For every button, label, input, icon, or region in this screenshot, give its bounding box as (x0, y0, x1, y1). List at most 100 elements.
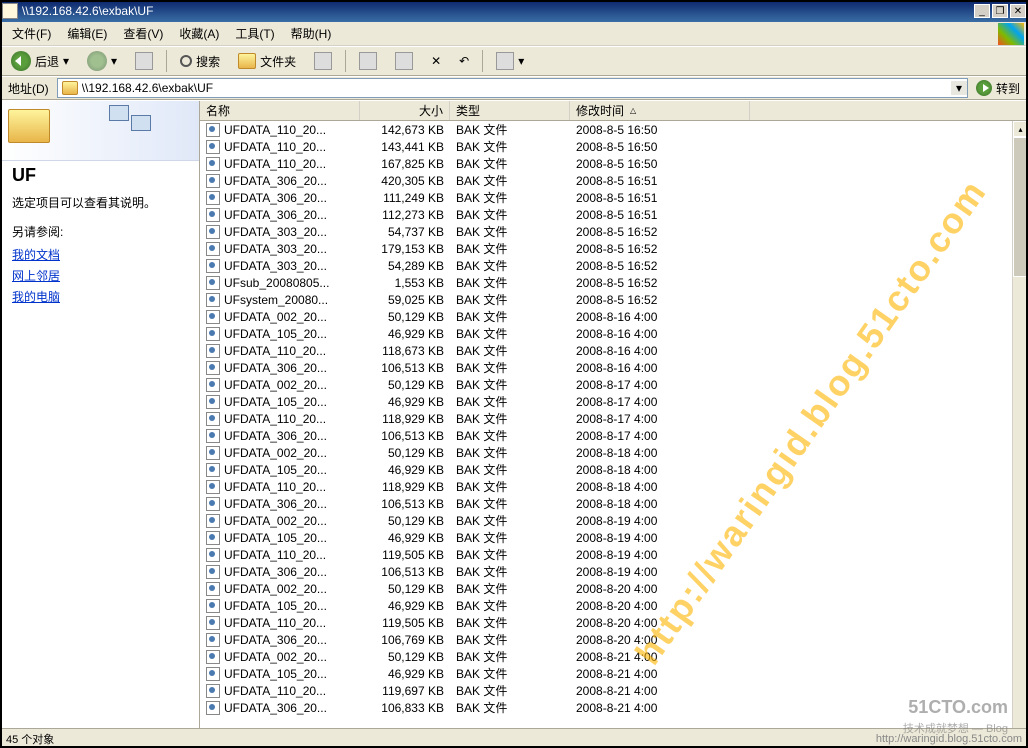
maximize-button[interactable]: ❐ (992, 4, 1008, 18)
file-type: BAK 文件 (450, 240, 570, 257)
file-size: 420,305 KB (360, 174, 450, 188)
file-icon (206, 310, 220, 324)
address-input[interactable] (82, 79, 951, 97)
file-date: 2008-8-5 16:52 (570, 225, 750, 239)
history-button[interactable] (307, 49, 339, 73)
file-row[interactable]: UFDATA_306_20...106,769 KBBAK 文件2008-8-2… (200, 631, 1028, 648)
column-size[interactable]: 大小 (360, 101, 450, 120)
file-size: 106,513 KB (360, 361, 450, 375)
file-row[interactable]: UFDATA_306_20...112,273 KBBAK 文件2008-8-5… (200, 206, 1028, 223)
file-list[interactable]: UFDATA_110_20...142,673 KBBAK 文件2008-8-5… (200, 121, 1028, 748)
file-row[interactable]: UFDATA_110_20...119,505 KBBAK 文件2008-8-1… (200, 546, 1028, 563)
file-row[interactable]: UFDATA_306_20...106,513 KBBAK 文件2008-8-1… (200, 495, 1028, 512)
forward-button[interactable]: ▾ (80, 48, 124, 74)
file-row[interactable]: UFDATA_306_20...420,305 KBBAK 文件2008-8-5… (200, 172, 1028, 189)
vertical-scrollbar[interactable]: ▴ ▾ (1012, 121, 1028, 748)
move-to-icon (359, 52, 377, 70)
file-row[interactable]: UFDATA_110_20...118,673 KBBAK 文件2008-8-1… (200, 342, 1028, 359)
file-row[interactable]: UFDATA_105_20...46,929 KBBAK 文件2008-8-18… (200, 461, 1028, 478)
file-name: UFDATA_105_20... (224, 463, 327, 477)
column-type[interactable]: 类型 (450, 101, 570, 120)
copy-to-button[interactable] (388, 49, 420, 73)
scroll-up-button[interactable]: ▴ (1013, 121, 1028, 137)
back-label: 后退 (35, 53, 59, 70)
file-type: BAK 文件 (450, 393, 570, 410)
file-row[interactable]: UFDATA_002_20...50,129 KBBAK 文件2008-8-21… (200, 648, 1028, 665)
file-row[interactable]: UFDATA_002_20...50,129 KBBAK 文件2008-8-16… (200, 308, 1028, 325)
file-row[interactable]: UFDATA_110_20...143,441 KBBAK 文件2008-8-5… (200, 138, 1028, 155)
window-title: \\192.168.42.6\exbak\UF (22, 4, 974, 18)
address-dropdown-button[interactable]: ▾ (951, 81, 967, 95)
file-size: 106,513 KB (360, 565, 450, 579)
file-date: 2008-8-18 4:00 (570, 497, 750, 511)
file-row[interactable]: UFsystem_20080...59,025 KBBAK 文件2008-8-5… (200, 291, 1028, 308)
file-row[interactable]: UFDATA_303_20...54,737 KBBAK 文件2008-8-5 … (200, 223, 1028, 240)
file-date: 2008-8-5 16:51 (570, 174, 750, 188)
file-row[interactable]: UFDATA_110_20...119,697 KBBAK 文件2008-8-2… (200, 682, 1028, 699)
file-type: BAK 文件 (450, 291, 570, 308)
window-icon (2, 3, 18, 19)
menu-edit[interactable]: 编辑(E) (59, 23, 115, 44)
menu-tools[interactable]: 工具(T) (227, 23, 282, 44)
views-button[interactable]: ▾ (489, 49, 531, 73)
file-icon (206, 446, 220, 460)
file-icon (206, 276, 220, 290)
delete-button[interactable]: ✕ (424, 51, 448, 71)
up-button[interactable] (128, 49, 160, 73)
file-date: 2008-8-18 4:00 (570, 463, 750, 477)
file-size: 50,129 KB (360, 582, 450, 596)
file-row[interactable]: UFDATA_110_20...119,505 KBBAK 文件2008-8-2… (200, 614, 1028, 631)
file-row[interactable]: UFDATA_002_20...50,129 KBBAK 文件2008-8-20… (200, 580, 1028, 597)
file-row[interactable]: UFDATA_105_20...46,929 KBBAK 文件2008-8-20… (200, 597, 1028, 614)
toolbar: 后退 ▾ ▾ 搜索 文件夹 ✕ ↶ ▾ (0, 46, 1028, 76)
file-type: BAK 文件 (450, 155, 570, 172)
menu-help[interactable]: 帮助(H) (283, 23, 340, 44)
file-row[interactable]: UFDATA_110_20...142,673 KBBAK 文件2008-8-5… (200, 121, 1028, 138)
file-row[interactable]: UFDATA_303_20...179,153 KBBAK 文件2008-8-5… (200, 240, 1028, 257)
file-row[interactable]: UFDATA_105_20...46,929 KBBAK 文件2008-8-16… (200, 325, 1028, 342)
back-dropdown-icon: ▾ (63, 54, 69, 68)
search-button[interactable]: 搜索 (173, 50, 227, 73)
go-button[interactable]: 转到 (972, 80, 1024, 97)
column-name[interactable]: 名称 (200, 101, 360, 120)
column-date[interactable]: 修改时间△ (570, 101, 750, 120)
file-row[interactable]: UFDATA_306_20...106,513 KBBAK 文件2008-8-1… (200, 563, 1028, 580)
folders-button[interactable]: 文件夹 (231, 50, 303, 73)
back-button[interactable]: 后退 ▾ (4, 48, 76, 74)
link-mydocs[interactable]: 我的文档 (12, 244, 187, 265)
file-row[interactable]: UFDATA_105_20...46,929 KBBAK 文件2008-8-19… (200, 529, 1028, 546)
menu-file[interactable]: 文件(F) (4, 23, 59, 44)
file-date: 2008-8-21 4:00 (570, 667, 750, 681)
file-row[interactable]: UFDATA_303_20...54,289 KBBAK 文件2008-8-5 … (200, 257, 1028, 274)
file-row[interactable]: UFDATA_110_20...118,929 KBBAK 文件2008-8-1… (200, 478, 1028, 495)
file-row[interactable]: UFsub_20080805...1,553 KBBAK 文件2008-8-5 … (200, 274, 1028, 291)
file-row[interactable]: UFDATA_105_20...46,929 KBBAK 文件2008-8-21… (200, 665, 1028, 682)
file-name: UFDATA_110_20... (224, 548, 326, 562)
file-icon (206, 327, 220, 341)
move-to-button[interactable] (352, 49, 384, 73)
file-row[interactable]: UFDATA_306_20...106,513 KBBAK 文件2008-8-1… (200, 359, 1028, 376)
close-button[interactable]: ✕ (1010, 4, 1026, 18)
search-label: 搜索 (196, 53, 220, 70)
file-row[interactable]: UFDATA_002_20...50,129 KBBAK 文件2008-8-17… (200, 376, 1028, 393)
file-row[interactable]: UFDATA_306_20...106,833 KBBAK 文件2008-8-2… (200, 699, 1028, 716)
file-type: BAK 文件 (450, 206, 570, 223)
link-network[interactable]: 网上邻居 (12, 265, 187, 286)
file-size: 50,129 KB (360, 514, 450, 528)
file-row[interactable]: UFDATA_110_20...167,825 KBBAK 文件2008-8-5… (200, 155, 1028, 172)
undo-button[interactable]: ↶ (452, 51, 476, 71)
file-row[interactable]: UFDATA_105_20...46,929 KBBAK 文件2008-8-17… (200, 393, 1028, 410)
link-mycomputer[interactable]: 我的电脑 (12, 286, 187, 307)
file-row[interactable]: UFDATA_306_20...106,513 KBBAK 文件2008-8-1… (200, 427, 1028, 444)
file-row[interactable]: UFDATA_002_20...50,129 KBBAK 文件2008-8-18… (200, 444, 1028, 461)
file-row[interactable]: UFDATA_306_20...111,249 KBBAK 文件2008-8-5… (200, 189, 1028, 206)
titlebar: \\192.168.42.6\exbak\UF _ ❐ ✕ (0, 0, 1028, 22)
menu-favorites[interactable]: 收藏(A) (171, 23, 227, 44)
menu-view[interactable]: 查看(V) (115, 23, 171, 44)
address-input-wrap[interactable]: ▾ (57, 78, 968, 98)
scroll-thumb[interactable] (1013, 137, 1028, 277)
file-name: UFDATA_002_20... (224, 650, 327, 664)
file-row[interactable]: UFDATA_110_20...118,929 KBBAK 文件2008-8-1… (200, 410, 1028, 427)
minimize-button[interactable]: _ (974, 4, 990, 18)
file-row[interactable]: UFDATA_002_20...50,129 KBBAK 文件2008-8-19… (200, 512, 1028, 529)
